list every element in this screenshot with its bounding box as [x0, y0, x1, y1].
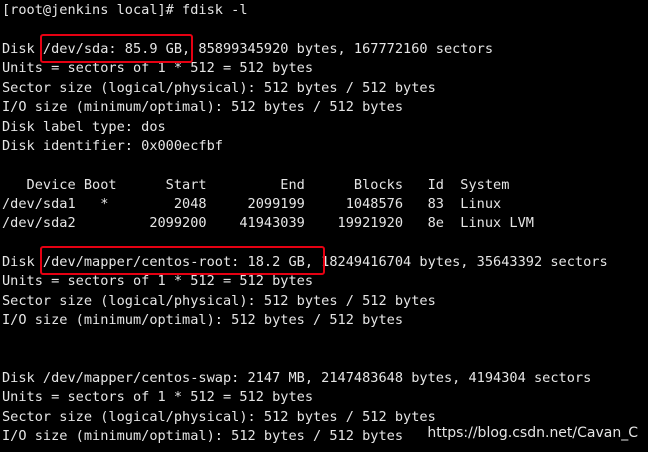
terminal-line-disk-centos-swap: Disk /dev/mapper/centos-swap: 2147 MB, 2…	[2, 370, 592, 386]
terminal-output[interactable]: [root@jenkins local]# fdisk -l Disk /dev…	[0, 0, 648, 452]
highlight-box-sda-size	[40, 34, 193, 63]
terminal-line-sector-size: Sector size (logical/physical): 512 byte…	[2, 80, 436, 96]
terminal-line-sector-size: Sector size (logical/physical): 512 byte…	[2, 293, 436, 309]
watermark-text: https://blog.csdn.net/Cavan_C	[427, 425, 638, 441]
partition-row-sda2: /dev/sda2 2099200 41943039 19921920 8e L…	[2, 215, 534, 231]
terminal-line-io-size: I/O size (minimum/optimal): 512 bytes / …	[2, 428, 404, 444]
terminal-line-sector-size: Sector size (logical/physical): 512 byte…	[2, 409, 436, 425]
terminal-line-label-type: Disk label type: dos	[2, 119, 166, 135]
terminal-line-io-size: I/O size (minimum/optimal): 512 bytes / …	[2, 99, 404, 115]
terminal-line-io-size: I/O size (minimum/optimal): 512 bytes / …	[2, 312, 404, 328]
terminal-line-prompt: [root@jenkins local]# fdisk -l	[2, 2, 248, 18]
highlight-box-centos-root-size	[40, 246, 325, 275]
partition-row-sda1: /dev/sda1 * 2048 2099199 1048576 83 Linu…	[2, 196, 502, 212]
terminal-line-units: Units = sectors of 1 * 512 = 512 bytes	[2, 389, 313, 405]
partition-table-header: Device Boot Start End Blocks Id System	[2, 177, 510, 193]
terminal-line-identifier: Disk identifier: 0x000ecfbf	[2, 138, 223, 154]
